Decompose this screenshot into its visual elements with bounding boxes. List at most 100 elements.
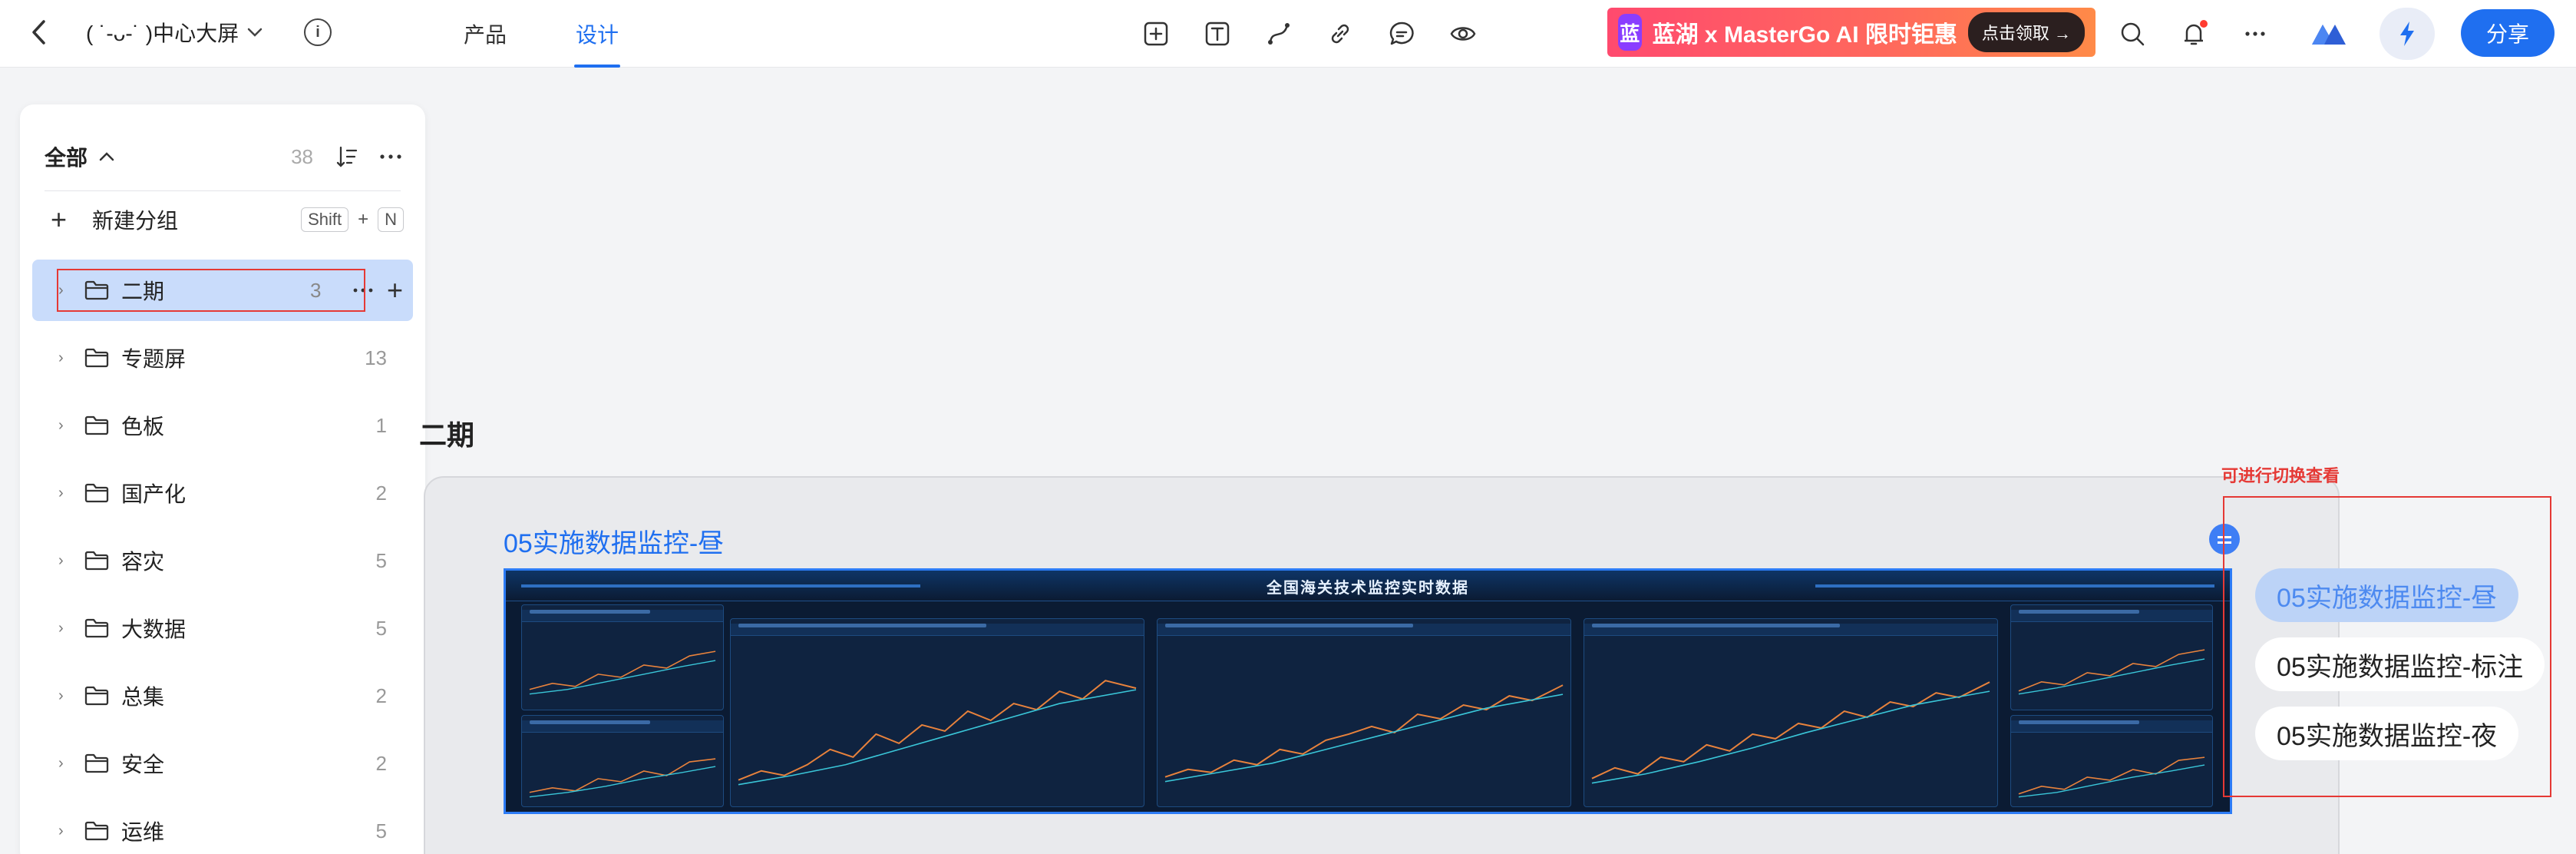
sidebar-item-count: 3 [310,278,322,302]
sidebar-item-yunwei[interactable]: › 运维 5 [32,800,413,854]
sidebar-item-erqi[interactable]: › 二期 3 + [32,260,413,321]
sidebar-item-count: 5 [375,819,387,842]
search-button[interactable] [2115,17,2149,51]
sidebar-item-count: 5 [375,616,387,640]
project-title-dropdown[interactable]: ( ˙-ᴗ-˙ )中心大屏 [86,17,263,48]
notification-dot [2200,20,2208,28]
link-icon [1331,24,1349,44]
main-line-chart [1591,681,1990,784]
sidebar-item-label: 色板 [121,415,165,439]
folder-icon [84,821,109,841]
plus-icon: + [51,204,68,235]
folder-icon [84,483,109,503]
new-group-label: 新建分组 [92,209,179,233]
promo-text: 蓝湖 x MasterGo AI 限时钜惠 [1652,22,1957,48]
chevron-right-icon[interactable]: › [58,823,74,840]
notifications-button[interactable] [2177,17,2211,51]
main-line-chart [738,680,1137,786]
comment-tool-button[interactable] [1385,17,1418,51]
sidebar-item-label: 二期 [121,280,165,303]
sidebar-item-count: 13 [365,346,387,369]
dashboard-panel [2010,604,2213,710]
share-button[interactable]: 分享 [2461,9,2555,57]
active-tab-indicator [574,65,620,68]
mini-line-chart [2018,756,2205,798]
frame-tool-icon [1144,22,1168,46]
mini-line-chart [529,650,716,695]
sidebar-item-rongzai[interactable]: › 容灾 5 [32,530,413,591]
folder-icon [84,348,109,368]
section-title: 二期 [419,419,475,451]
promo-banner[interactable]: 蓝 蓝湖 x MasterGo AI 限时钜惠 点击领取 → [1607,8,2095,57]
sidebar-item-count: 2 [375,684,387,707]
header-decoration [1815,584,2214,588]
frame-tool-button[interactable] [1139,17,1173,51]
sidebar-item-label: 总集 [121,685,165,709]
sidebar-item-dashuju[interactable]: › 大数据 5 [32,597,413,659]
chevron-right-icon[interactable]: › [58,349,74,367]
brand-logo[interactable] [2307,17,2350,51]
tab-design[interactable]: 设计 [576,17,619,51]
more-horizontal-icon [2245,31,2265,36]
chevron-right-icon[interactable]: › [58,552,74,570]
tab-product[interactable]: 产品 [464,17,507,51]
lightning-bolt-icon [2400,22,2414,46]
sidebar-item-label: 大数据 [121,617,187,641]
path-tool-button[interactable] [1262,17,1296,51]
shortcut-key-plus: + [358,209,369,230]
chevron-right-icon[interactable]: › [58,485,74,502]
sidebar-item-zhuantiping[interactable]: › 专题屏 13 [32,327,413,389]
mastergo-logo-icon [2312,25,2346,45]
sidebar-item-count: 2 [375,751,387,775]
sidebar-item-anquan[interactable]: › 安全 2 [32,733,413,794]
sidebar-item-guochanhua[interactable]: › 国产化 2 [32,462,413,524]
all-filter-label[interactable]: 全部 [45,141,88,172]
link-tool-button[interactable] [1323,17,1357,51]
sidebar-item-seban[interactable]: › 色板 1 [32,395,413,456]
info-icon[interactable]: i [304,18,332,46]
back-button[interactable] [25,15,52,49]
comment-marker-icon[interactable] [2209,524,2240,554]
chevron-left-icon [32,20,45,45]
text-tool-button[interactable] [1200,17,1234,51]
chevron-right-icon[interactable]: › [58,687,74,705]
chevron-right-icon[interactable]: › [58,620,74,637]
preview-button[interactable] [1446,17,1480,51]
dashboard-thumbnail[interactable]: 全国海关技术监控实时数据 [504,568,2232,814]
page-group-sidebar: 全部 38 + 新建分组 Shift + N › 二期 3 + › 专题屏 13… [20,104,425,854]
more-menu-button[interactable] [2238,17,2272,51]
shortcut-key-shift: Shift [301,207,349,232]
add-page-plus-icon[interactable]: + [387,274,403,306]
switch-option-day[interactable]: 05实施数据监控-昼 [2255,568,2519,622]
dashboard-panel [2010,715,2213,807]
sidebar-item-label: 专题屏 [121,347,187,371]
total-count: 38 [291,144,313,168]
path-tool-icon [1268,23,1290,45]
sidebar-item-zongji[interactable]: › 总集 2 [32,665,413,727]
chevron-up-icon[interactable] [98,151,115,162]
sidebar-item-label: 运维 [121,820,165,844]
dashboard-header: 全国海关技术监控实时数据 [506,571,2230,601]
switch-option-night[interactable]: 05实施数据监控-夜 [2255,707,2519,760]
chevron-right-icon[interactable]: › [58,755,74,773]
sidebar-item-count: 1 [375,413,387,437]
switch-hint-annotation: 可进行切换查看 [2221,466,2340,485]
top-bar: ( ˙-ᴗ-˙ )中心大屏 i 产品 设计 蓝 蓝湖 x MasterGo AI… [0,0,2576,68]
switch-option-annotated[interactable]: 05实施数据监控-标注 [2255,637,2545,691]
sort-button[interactable] [333,143,361,170]
more-horizontal-icon[interactable] [379,153,402,161]
dashboard-panel [1157,618,1571,807]
new-group-button[interactable]: + 新建分组 Shift + N [51,198,404,241]
more-horizontal-icon[interactable] [353,287,373,293]
promo-logo: 蓝 [1618,14,1642,51]
promo-claim-button[interactable]: 点击领取 → [1967,12,2085,52]
chevron-right-icon[interactable]: › [58,282,74,300]
sidebar-item-count: 5 [375,548,387,572]
frame-name[interactable]: 05实施数据监控-昼 [504,522,724,560]
ai-assistant-button[interactable] [2379,8,2435,60]
folder-icon [84,686,109,706]
chevron-right-icon[interactable]: › [58,417,74,435]
main-line-chart [1164,684,1564,783]
folder-icon [84,753,109,773]
dashboard-panel [521,604,724,710]
